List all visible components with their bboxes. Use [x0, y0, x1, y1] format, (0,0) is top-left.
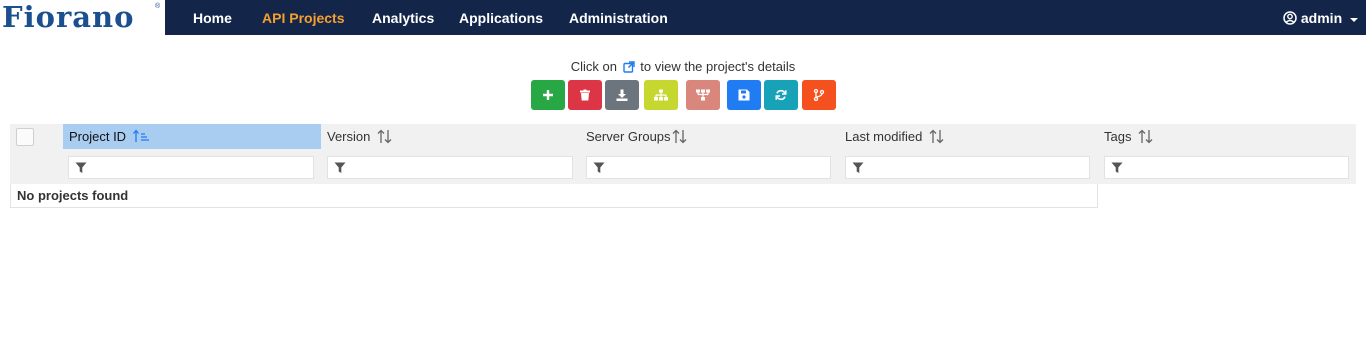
save-icon: [738, 89, 750, 101]
filter-icon: [334, 162, 346, 173]
add-project-button[interactable]: [531, 80, 565, 110]
sort-icon: [929, 129, 944, 144]
table-header: Project ID Version Server Groups Last mo…: [10, 124, 1356, 184]
sort-icon: [672, 129, 687, 144]
select-all-checkbox[interactable]: [16, 128, 34, 146]
nav-api-projects[interactable]: API Projects: [262, 0, 344, 35]
column-label-server-groups: Server Groups: [586, 129, 671, 144]
logo-text: Fiorano: [2, 0, 135, 34]
external-link-icon: [622, 61, 635, 73]
filter-input-last-modified[interactable]: [845, 156, 1090, 179]
sitemap-icon: [654, 89, 668, 101]
refresh-button[interactable]: [764, 80, 798, 110]
empty-table-message: No projects found: [17, 188, 129, 203]
nav-administration[interactable]: Administration: [569, 0, 668, 35]
sort-icon: [377, 129, 392, 144]
filter-input-server-groups[interactable]: [586, 156, 831, 179]
nav-applications[interactable]: Applications: [459, 0, 543, 35]
import-project-button[interactable]: [605, 80, 639, 110]
filter-input-version[interactable]: [327, 156, 573, 179]
user-menu[interactable]: admin: [1283, 0, 1359, 35]
filter-input-project-id[interactable]: [68, 156, 314, 179]
save-button[interactable]: [727, 80, 761, 110]
delete-project-button[interactable]: [568, 80, 602, 110]
filter-icon: [1111, 162, 1123, 173]
filter-icon: [593, 162, 605, 173]
filter-input-tags[interactable]: [1104, 156, 1349, 179]
git-branch-button[interactable]: [802, 80, 836, 110]
hierarchy-button[interactable]: [644, 80, 678, 110]
user-circle-icon: [1283, 11, 1297, 25]
top-navbar: Fiorano ® Home API Projects Analytics Ap…: [0, 0, 1366, 35]
column-header-tags[interactable]: Tags: [1098, 124, 1356, 149]
column-label-tags: Tags: [1104, 129, 1132, 144]
nav-home[interactable]: Home: [193, 0, 232, 35]
hint-suffix: to view the project's details: [640, 59, 796, 74]
deploy-button[interactable]: [686, 80, 720, 110]
details-hint: Click on to view the project's details: [0, 59, 1366, 74]
nav-analytics[interactable]: Analytics: [372, 0, 434, 35]
filter-icon: [852, 162, 864, 173]
brand-logo[interactable]: Fiorano ®: [0, 0, 165, 35]
sort-icon: [1138, 129, 1153, 144]
sort-ascending-icon: [133, 129, 149, 142]
trash-icon: [580, 89, 590, 101]
refresh-icon: [775, 89, 787, 101]
column-header-version[interactable]: Version: [321, 124, 580, 149]
network-icon: [696, 89, 710, 101]
filter-icon: [75, 162, 87, 173]
column-label-last-modified: Last modified: [845, 129, 923, 144]
column-header-server-groups[interactable]: Server Groups: [580, 124, 839, 149]
logo-registered-mark: ®: [155, 3, 161, 10]
column-header-project-id[interactable]: Project ID: [63, 124, 321, 149]
user-name: admin: [1300, 10, 1343, 26]
download-icon: [616, 89, 628, 101]
column-label-project-id: Project ID: [69, 129, 127, 144]
column-header-last-modified[interactable]: Last modified: [839, 124, 1098, 149]
caret-down-icon: [1350, 18, 1359, 22]
hint-prefix: Click on: [570, 59, 618, 74]
plus-icon: [543, 90, 553, 100]
column-label-version: Version: [327, 129, 371, 144]
table-body: No projects found: [10, 184, 1098, 208]
git-branch-icon: [813, 89, 825, 101]
